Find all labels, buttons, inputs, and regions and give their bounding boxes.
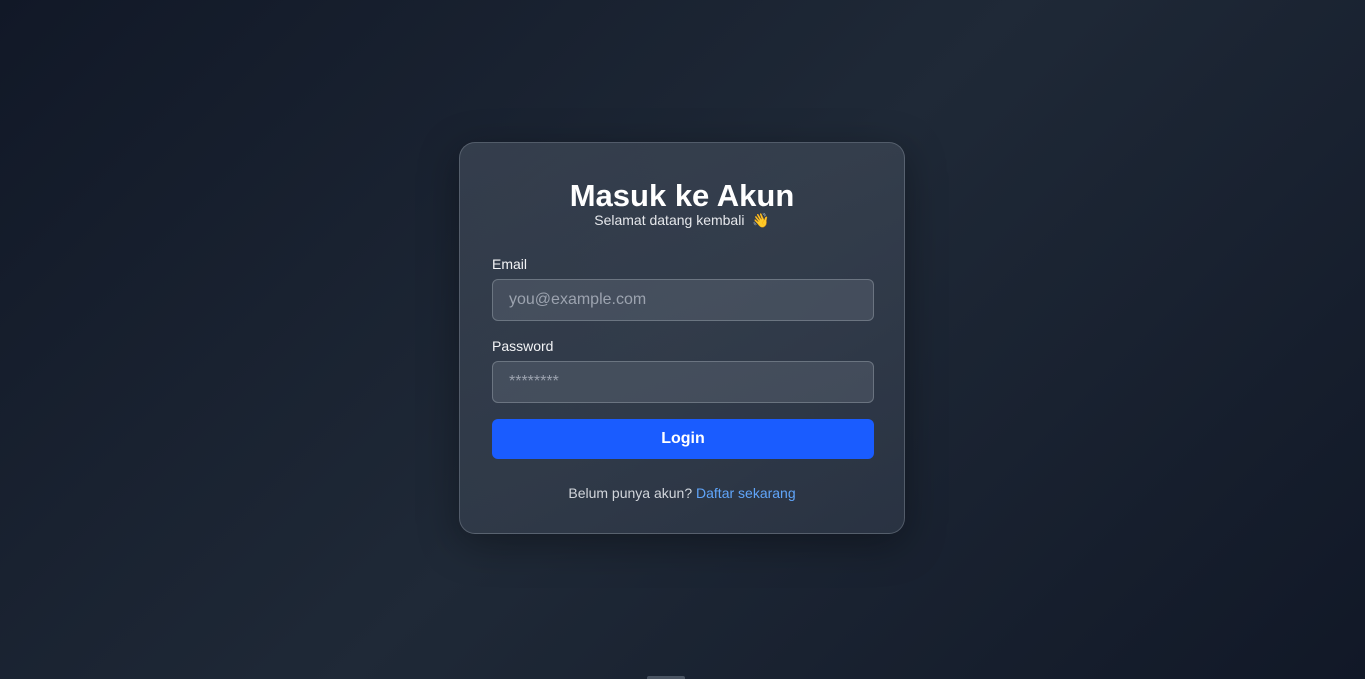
- login-button[interactable]: Login: [492, 419, 874, 459]
- email-field[interactable]: [492, 279, 874, 321]
- page-title: Masuk ke Akun: [569, 178, 795, 213]
- register-link[interactable]: Daftar sekarang: [696, 485, 796, 501]
- subtitle-text: Selamat datang kembali: [594, 212, 745, 228]
- waving-hand-icon: 👋: [752, 212, 770, 228]
- password-field[interactable]: [492, 361, 874, 403]
- password-label: Password: [492, 338, 554, 354]
- login-card: Masuk ke Akun Selamat datang kembali 👋 E…: [459, 142, 905, 534]
- email-label: Email: [492, 256, 528, 272]
- register-prompt: Belum punya akun? Daftar sekarang: [492, 485, 872, 501]
- register-prompt-text: Belum punya akun?: [568, 485, 693, 501]
- welcome-subtitle: Selamat datang kembali 👋: [492, 211, 872, 229]
